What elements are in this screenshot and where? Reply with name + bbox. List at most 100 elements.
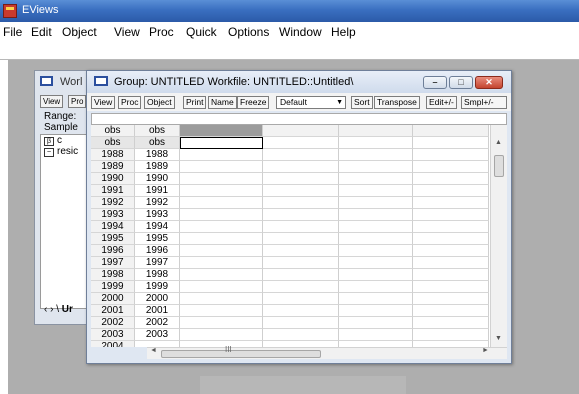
command-window[interactable]	[0, 42, 579, 60]
sort-button[interactable]: Sort	[351, 96, 373, 109]
table-cell[interactable]	[339, 305, 413, 317]
table-cell[interactable]: 1989	[135, 161, 180, 173]
table-cell[interactable]	[339, 221, 413, 233]
table-cell[interactable]	[180, 161, 263, 173]
table-cell[interactable]: obs	[135, 137, 180, 149]
transpose-button[interactable]: Transpose	[374, 96, 420, 109]
maximize-button[interactable]: □	[449, 76, 473, 89]
table-cell[interactable]	[263, 149, 339, 161]
column-header[interactable]	[413, 125, 489, 137]
table-cell[interactable]	[339, 161, 413, 173]
workfile-tab-bar[interactable]: ‹ › \ Ur	[44, 304, 73, 315]
table-cell[interactable]	[339, 317, 413, 329]
table-cell[interactable]	[263, 161, 339, 173]
row-header[interactable]: 2003	[91, 329, 135, 341]
proc-button[interactable]: Proc	[118, 96, 142, 109]
table-cell[interactable]	[413, 329, 489, 341]
table-cell[interactable]: 1992	[135, 197, 180, 209]
workfile-page-tab[interactable]: Ur	[62, 304, 73, 315]
table-cell[interactable]	[263, 329, 339, 341]
table-cell[interactable]	[413, 197, 489, 209]
row-header[interactable]: 2001	[91, 305, 135, 317]
menu-proc[interactable]: Proc	[149, 25, 174, 39]
row-header[interactable]: 1994	[91, 221, 135, 233]
table-cell[interactable]	[413, 221, 489, 233]
name-button[interactable]: Name	[208, 96, 237, 109]
table-cell[interactable]	[339, 269, 413, 281]
table-cell[interactable]	[263, 209, 339, 221]
row-header[interactable]: 2002	[91, 317, 135, 329]
table-cell[interactable]	[339, 173, 413, 185]
scroll-left-icon[interactable]: ◄	[150, 347, 157, 354]
row-header[interactable]: 1993	[91, 209, 135, 221]
row-header[interactable]: 1990	[91, 173, 135, 185]
smpl-toggle-button[interactable]: Smpl+/-	[461, 96, 507, 109]
group-window[interactable]: Group: UNTITLED Workfile: UNTITLED::Unti…	[86, 70, 512, 364]
table-cell[interactable]	[180, 149, 263, 161]
menu-quick[interactable]: Quick	[186, 25, 217, 39]
column-header[interactable]	[180, 125, 263, 137]
table-cell[interactable]	[339, 209, 413, 221]
display-format-select[interactable]: Default ▼	[276, 96, 346, 109]
table-cell[interactable]: 1998	[135, 269, 180, 281]
table-cell[interactable]	[339, 257, 413, 269]
table-cell[interactable]	[263, 221, 339, 233]
row-header[interactable]: 1989	[91, 161, 135, 173]
table-cell[interactable]: 1997	[135, 257, 180, 269]
row-header[interactable]: 1998	[91, 269, 135, 281]
table-cell[interactable]	[180, 221, 263, 233]
table-cell[interactable]	[263, 245, 339, 257]
table-cell[interactable]	[413, 233, 489, 245]
table-cell[interactable]: 2000	[135, 293, 180, 305]
scroll-down-icon[interactable]: ▼	[495, 335, 502, 342]
table-cell[interactable]	[413, 149, 489, 161]
table-cell[interactable]	[339, 281, 413, 293]
table-cell[interactable]	[263, 197, 339, 209]
group-window-titlebar[interactable]: Group: UNTITLED Workfile: UNTITLED::Unti…	[87, 71, 511, 93]
table-cell[interactable]	[180, 305, 263, 317]
table-cell[interactable]	[339, 149, 413, 161]
table-cell[interactable]	[339, 197, 413, 209]
spreadsheet-grid[interactable]: obs obs obs obs 1988 1988 1989 1989 1990 1990 1991…	[91, 125, 507, 347]
scroll-right-icon[interactable]: ►	[482, 347, 489, 354]
table-cell[interactable]	[263, 257, 339, 269]
menu-edit[interactable]: Edit	[31, 25, 52, 39]
row-header[interactable]: 1992	[91, 197, 135, 209]
close-button[interactable]: ✕	[475, 76, 503, 89]
vertical-scroll-thumb[interactable]	[494, 155, 504, 177]
menu-object[interactable]: Object	[62, 25, 97, 39]
table-cell[interactable]	[413, 317, 489, 329]
tab-scroll-arrows-icon[interactable]: ‹ › \	[44, 304, 62, 315]
table-cell[interactable]	[413, 305, 489, 317]
vertical-scrollbar[interactable]: ▲ ▼	[490, 125, 507, 347]
table-cell[interactable]: 1991	[135, 185, 180, 197]
table-cell[interactable]: 1994	[135, 221, 180, 233]
table-cell[interactable]	[339, 233, 413, 245]
menu-help[interactable]: Help	[331, 25, 356, 39]
table-cell[interactable]	[413, 245, 489, 257]
table-cell[interactable]	[339, 293, 413, 305]
table-cell[interactable]: 1995	[135, 233, 180, 245]
horizontal-scrollbar[interactable]: ◄ III ►	[147, 345, 507, 359]
menu-file[interactable]: File	[3, 25, 22, 39]
table-cell[interactable]	[180, 257, 263, 269]
table-cell[interactable]	[413, 269, 489, 281]
table-cell[interactable]	[263, 317, 339, 329]
column-header[interactable]	[339, 125, 413, 137]
table-cell[interactable]: 2002	[135, 317, 180, 329]
column-header[interactable]: obs	[91, 125, 135, 137]
table-cell[interactable]	[413, 257, 489, 269]
horizontal-scroll-thumb[interactable]	[161, 350, 321, 358]
row-header[interactable]: 1997	[91, 257, 135, 269]
table-cell[interactable]	[180, 233, 263, 245]
table-cell[interactable]	[180, 245, 263, 257]
print-button[interactable]: Print	[183, 96, 207, 109]
table-cell[interactable]	[413, 161, 489, 173]
table-cell[interactable]	[263, 137, 339, 149]
table-cell[interactable]	[413, 185, 489, 197]
row-header[interactable]: 2004	[91, 341, 135, 347]
row-header[interactable]: 1991	[91, 185, 135, 197]
table-cell[interactable]: 1988	[135, 149, 180, 161]
active-cell[interactable]	[180, 137, 263, 149]
row-header[interactable]: 1988	[91, 149, 135, 161]
